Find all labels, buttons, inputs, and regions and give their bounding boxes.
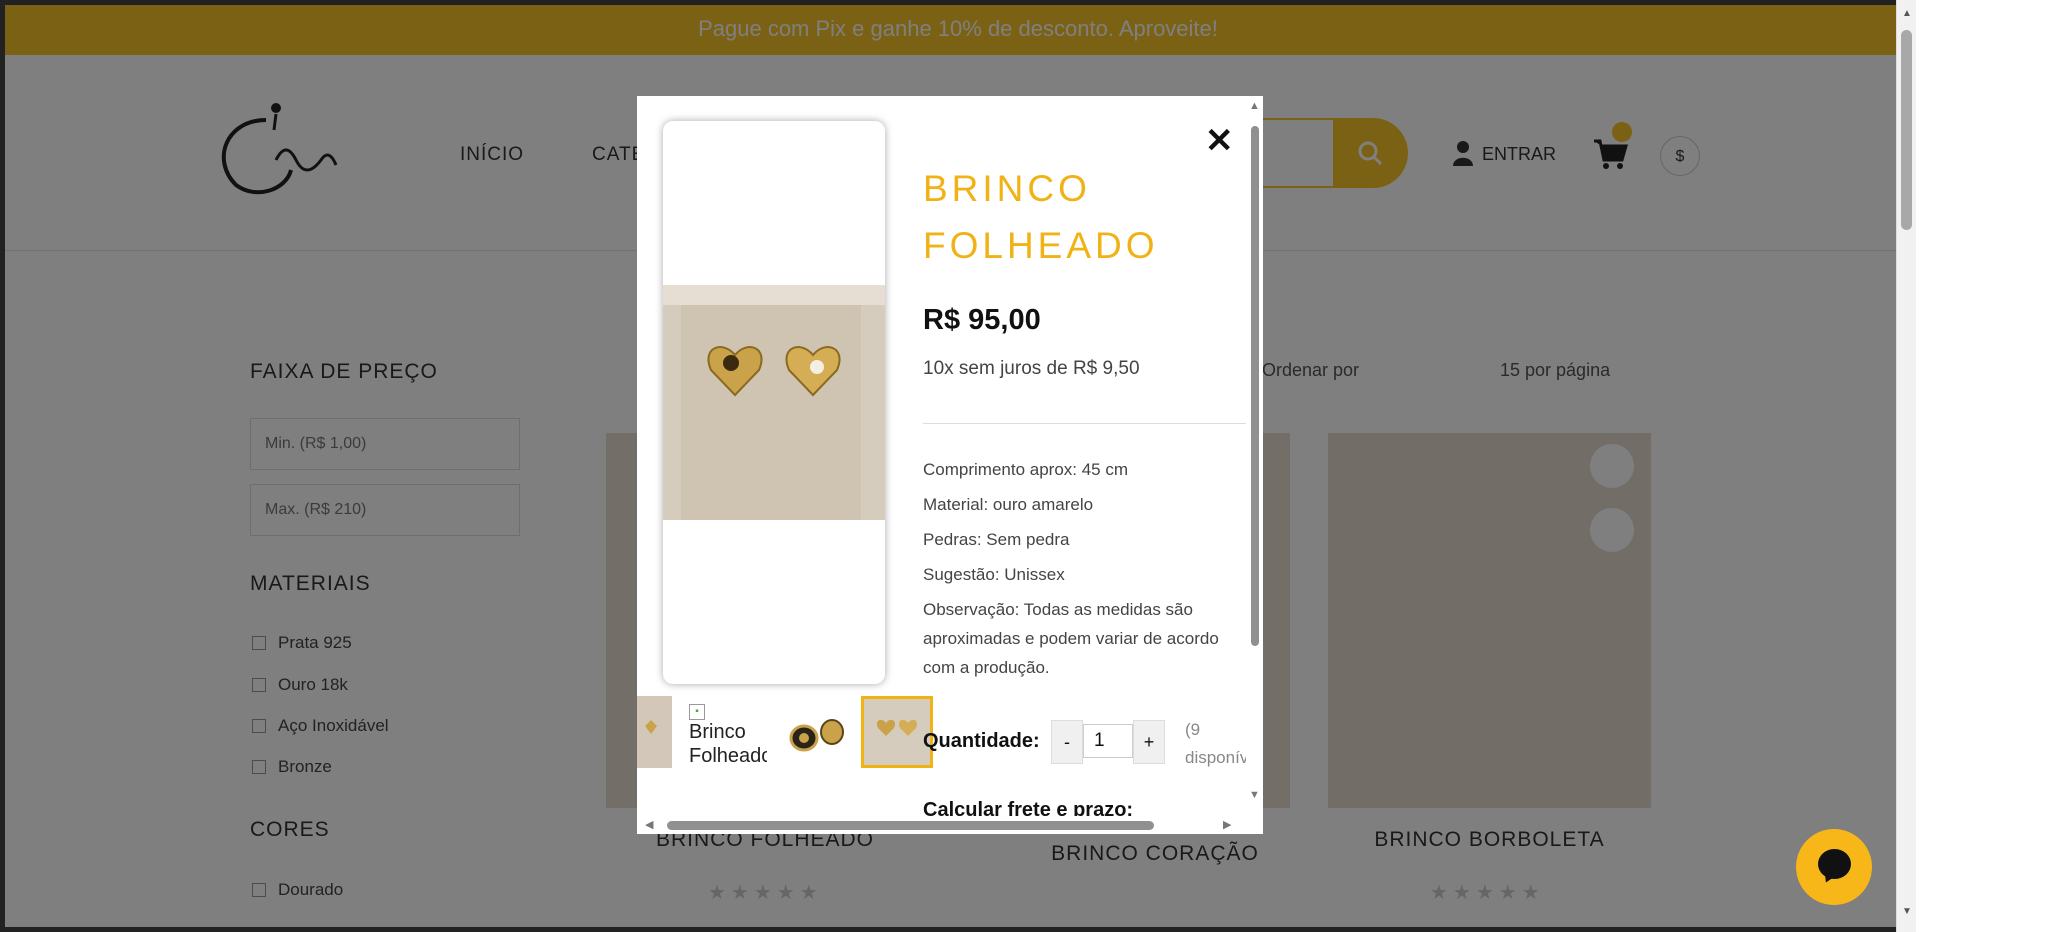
scroll-down-icon[interactable]: ▼ [1249, 789, 1260, 801]
quantity-decrease-button[interactable]: - [1051, 720, 1083, 764]
price-divider [923, 423, 1253, 424]
modal-horizontal-scrollbar[interactable]: ◀ ▶ [637, 816, 1263, 834]
close-modal-button[interactable]: ✕ [1205, 124, 1234, 158]
installments-text: 10x sem juros de R$ 9,50 [923, 358, 1140, 379]
broken-image-icon: ▪ [689, 704, 705, 720]
thumbnail[interactable] [637, 696, 672, 768]
quick-view-modal: ✕ BRINCO FOLHEADO R$ 95,00 10x sem juros… [637, 96, 1263, 834]
spec-material: Material: ouro amarelo [923, 495, 1094, 514]
page-scrollbar-thumb[interactable] [1901, 30, 1912, 230]
main-image-frame [663, 121, 885, 684]
main-product-image[interactable] [663, 285, 885, 520]
modal-hscroll-thumb[interactable] [667, 821, 1154, 830]
quantity-label: Quantidade: [923, 730, 1040, 752]
scroll-left-icon[interactable]: ◀ [645, 818, 653, 831]
page-scrollbar[interactable]: ▲ ▼ [1896, 0, 1916, 932]
scroll-up-icon[interactable]: ▲ [1249, 100, 1260, 112]
thumbnail-broken-image[interactable]: ▪ Brinco Folheado [689, 696, 767, 768]
product-price: R$ 95,00 [923, 304, 1041, 336]
modal-vertical-scrollbar[interactable]: ▲ ▼ [1246, 96, 1263, 834]
spec-suggestion: Sugestão: Unissex [923, 565, 1065, 584]
quantity-increase-button[interactable]: + [1133, 720, 1165, 764]
spec-length: Comprimento aprox: 45 cm [923, 460, 1129, 479]
scroll-right-icon[interactable]: ▶ [1223, 818, 1231, 831]
chat-button[interactable] [1796, 829, 1872, 905]
scroll-up-icon[interactable]: ▲ [1902, 8, 1912, 19]
spec-observation: Observação: Todas as medidas são aproxim… [923, 600, 1219, 677]
modal-vscroll-thumb[interactable] [1251, 126, 1259, 646]
spec-stones: Pedras: Sem pedra [923, 530, 1070, 549]
thumbnail[interactable] [782, 696, 852, 768]
scroll-down-icon[interactable]: ▼ [1902, 906, 1912, 917]
quantity-input[interactable] [1083, 724, 1133, 758]
product-title: BRINCO FOLHEADO [923, 168, 1159, 266]
